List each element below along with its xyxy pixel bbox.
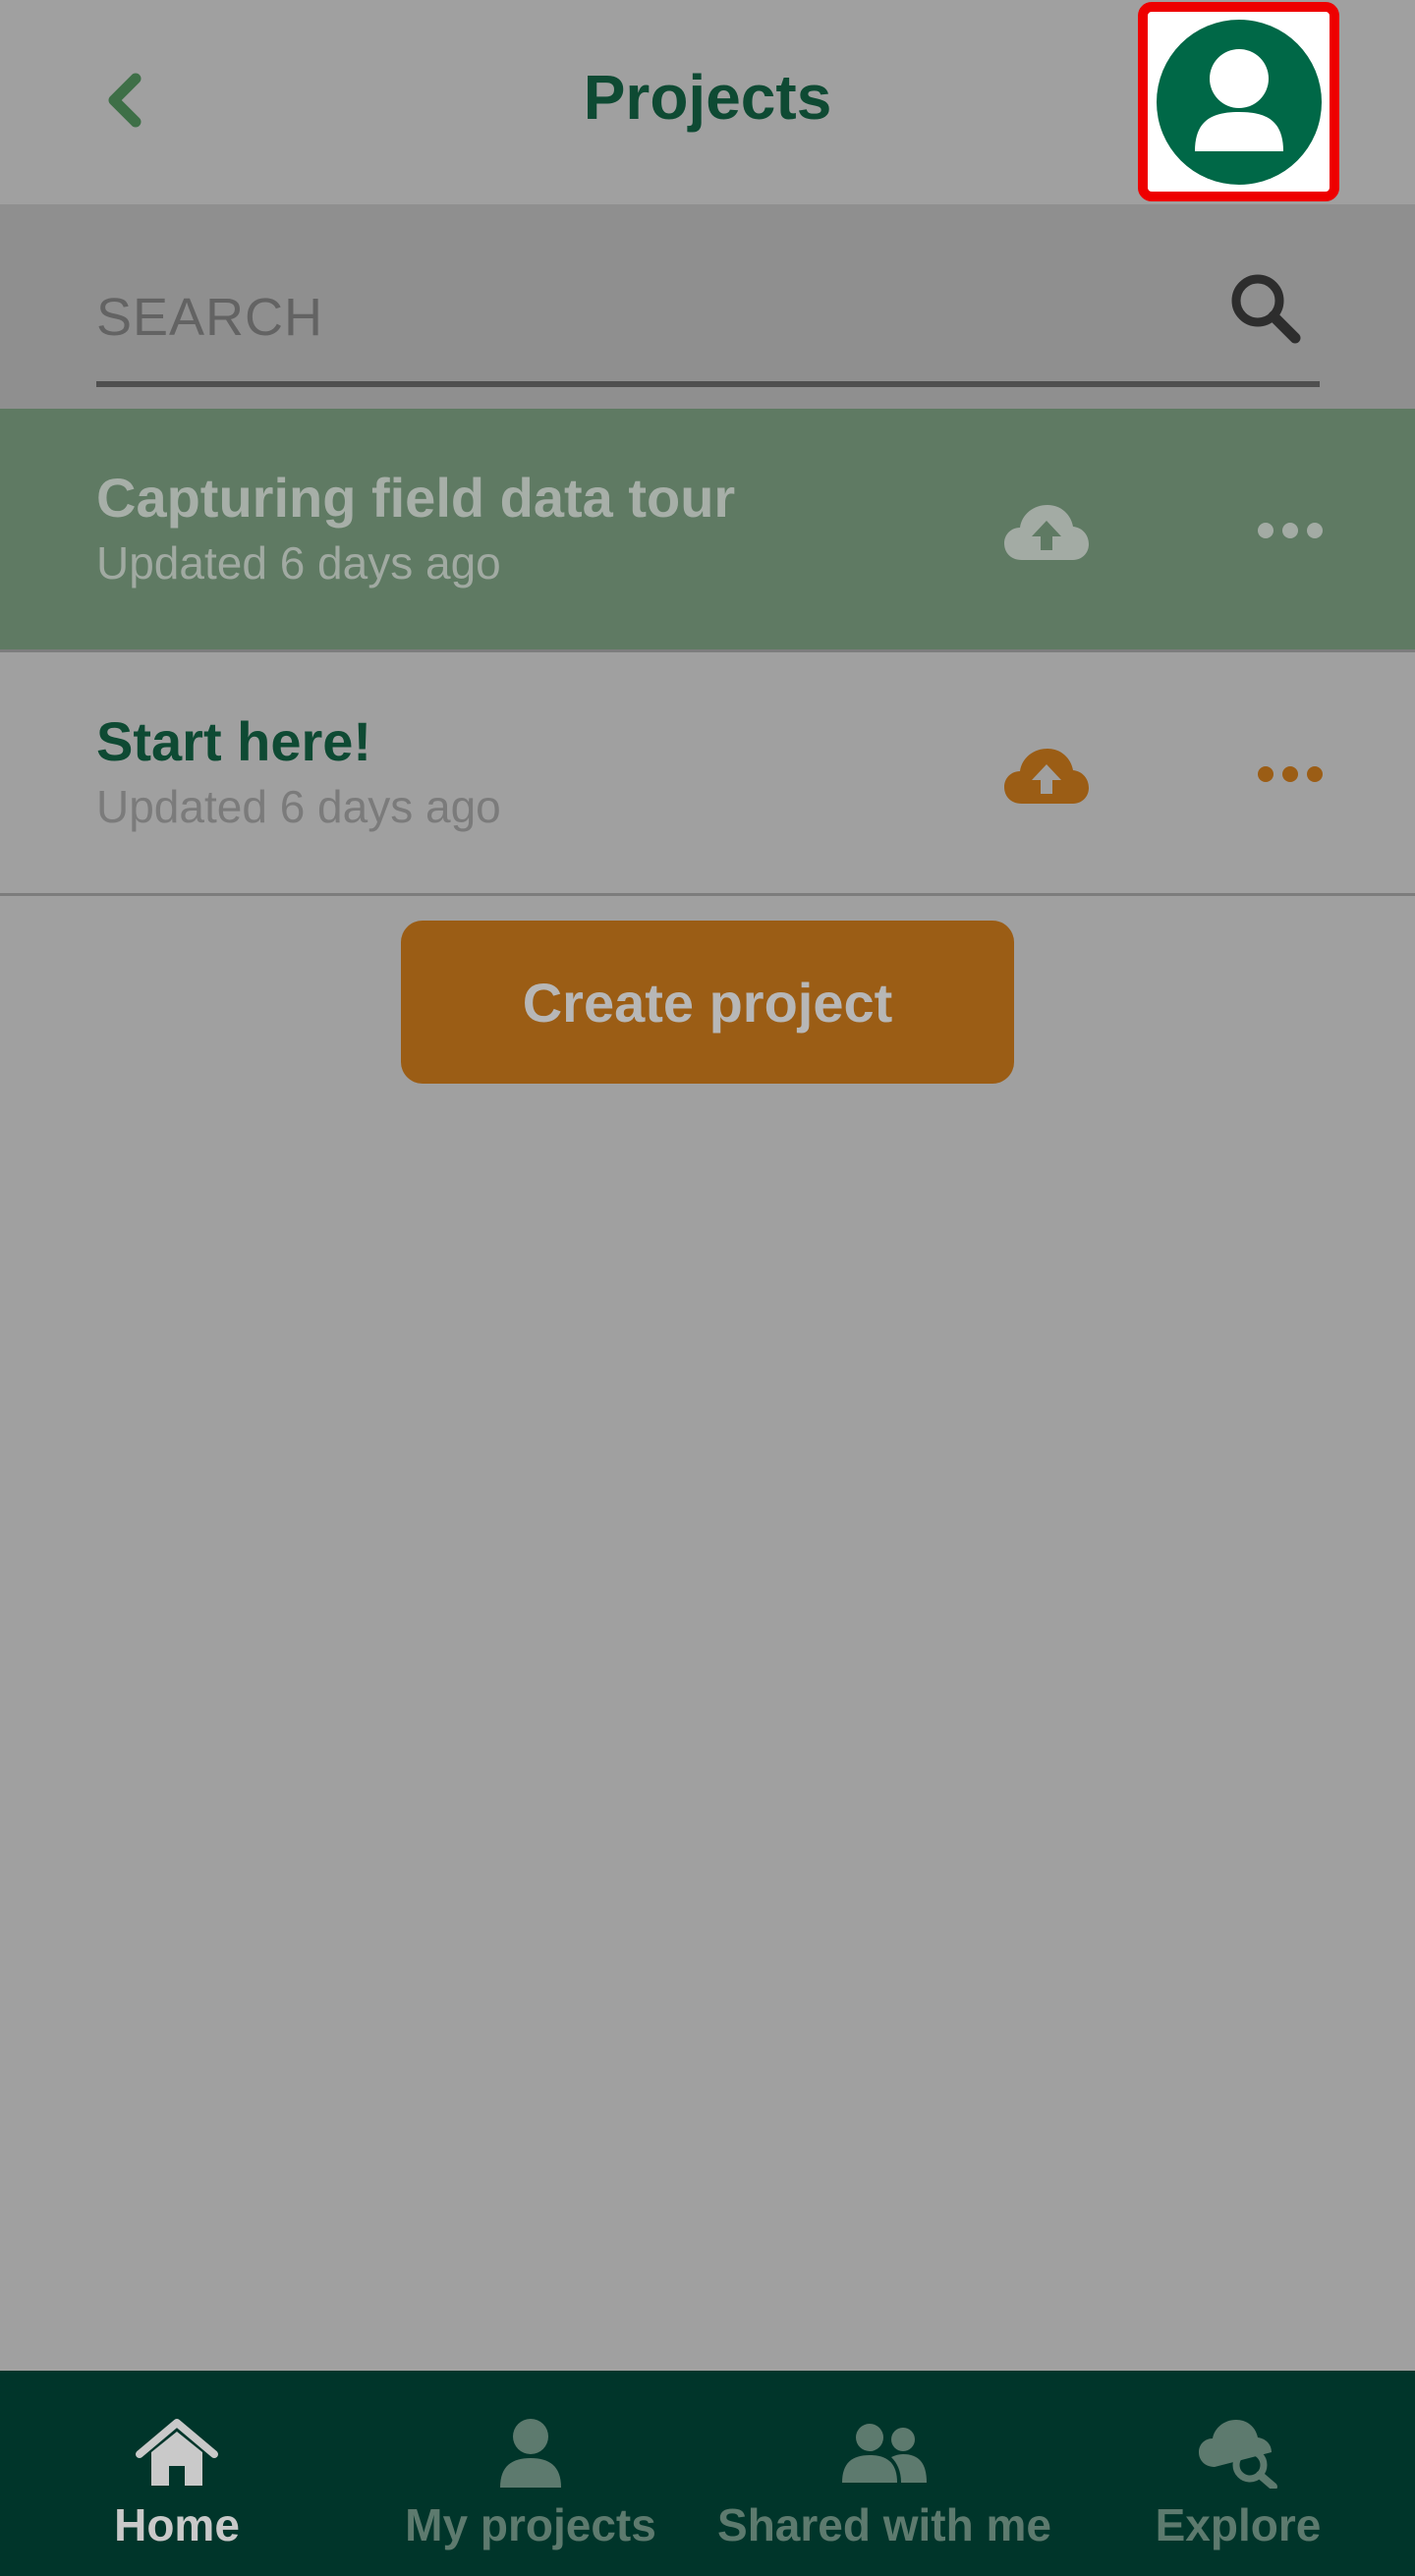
search-underline <box>96 381 1320 387</box>
bottom-nav: Home My projects Shared with me Explore <box>0 2371 1415 2576</box>
nav-item-explore[interactable]: Explore <box>1061 2371 1415 2576</box>
nav-item-shared-with-me[interactable]: Shared with me <box>708 2371 1061 2576</box>
nav-label: My projects <box>405 2499 656 2550</box>
nav-label: Shared with me <box>717 2499 1051 2550</box>
home-icon <box>136 2419 218 2486</box>
header: Projects <box>0 0 1415 204</box>
project-title: Capturing field data tour <box>96 467 736 529</box>
project-title: Start here! <box>96 710 372 772</box>
nav-label: Explore <box>1155 2499 1322 2550</box>
project-updated: Updated 6 days ago <box>96 537 501 588</box>
person-icon <box>500 2419 561 2488</box>
create-project-button[interactable]: Create project <box>401 921 1014 1084</box>
more-horizontal-icon[interactable] <box>1256 511 1325 550</box>
account-button[interactable] <box>1138 2 1339 201</box>
search-icon[interactable] <box>1226 269 1305 348</box>
nav-item-my-projects[interactable]: My projects <box>354 2371 708 2576</box>
project-row-capturing-field-data-tour[interactable]: Capturing field data tour Updated 6 days… <box>0 409 1415 652</box>
cloud-upload-icon[interactable] <box>1002 499 1091 568</box>
people-icon <box>842 2424 927 2483</box>
projects-screen: Projects Capturing field data tour Updat… <box>0 0 1415 2576</box>
search-input[interactable] <box>96 273 1207 362</box>
avatar <box>1156 19 1322 185</box>
nav-item-home[interactable]: Home <box>0 2371 354 2576</box>
search-bar <box>0 204 1415 409</box>
user-icon <box>1194 48 1283 151</box>
more-horizontal-icon[interactable] <box>1256 755 1325 794</box>
cloud-upload-icon[interactable] <box>1002 743 1091 812</box>
project-updated: Updated 6 days ago <box>96 781 501 832</box>
nav-label: Home <box>114 2499 240 2550</box>
project-row-start-here[interactable]: Start here! Updated 6 days ago <box>0 652 1415 896</box>
cloud-search-icon <box>1199 2420 1277 2489</box>
